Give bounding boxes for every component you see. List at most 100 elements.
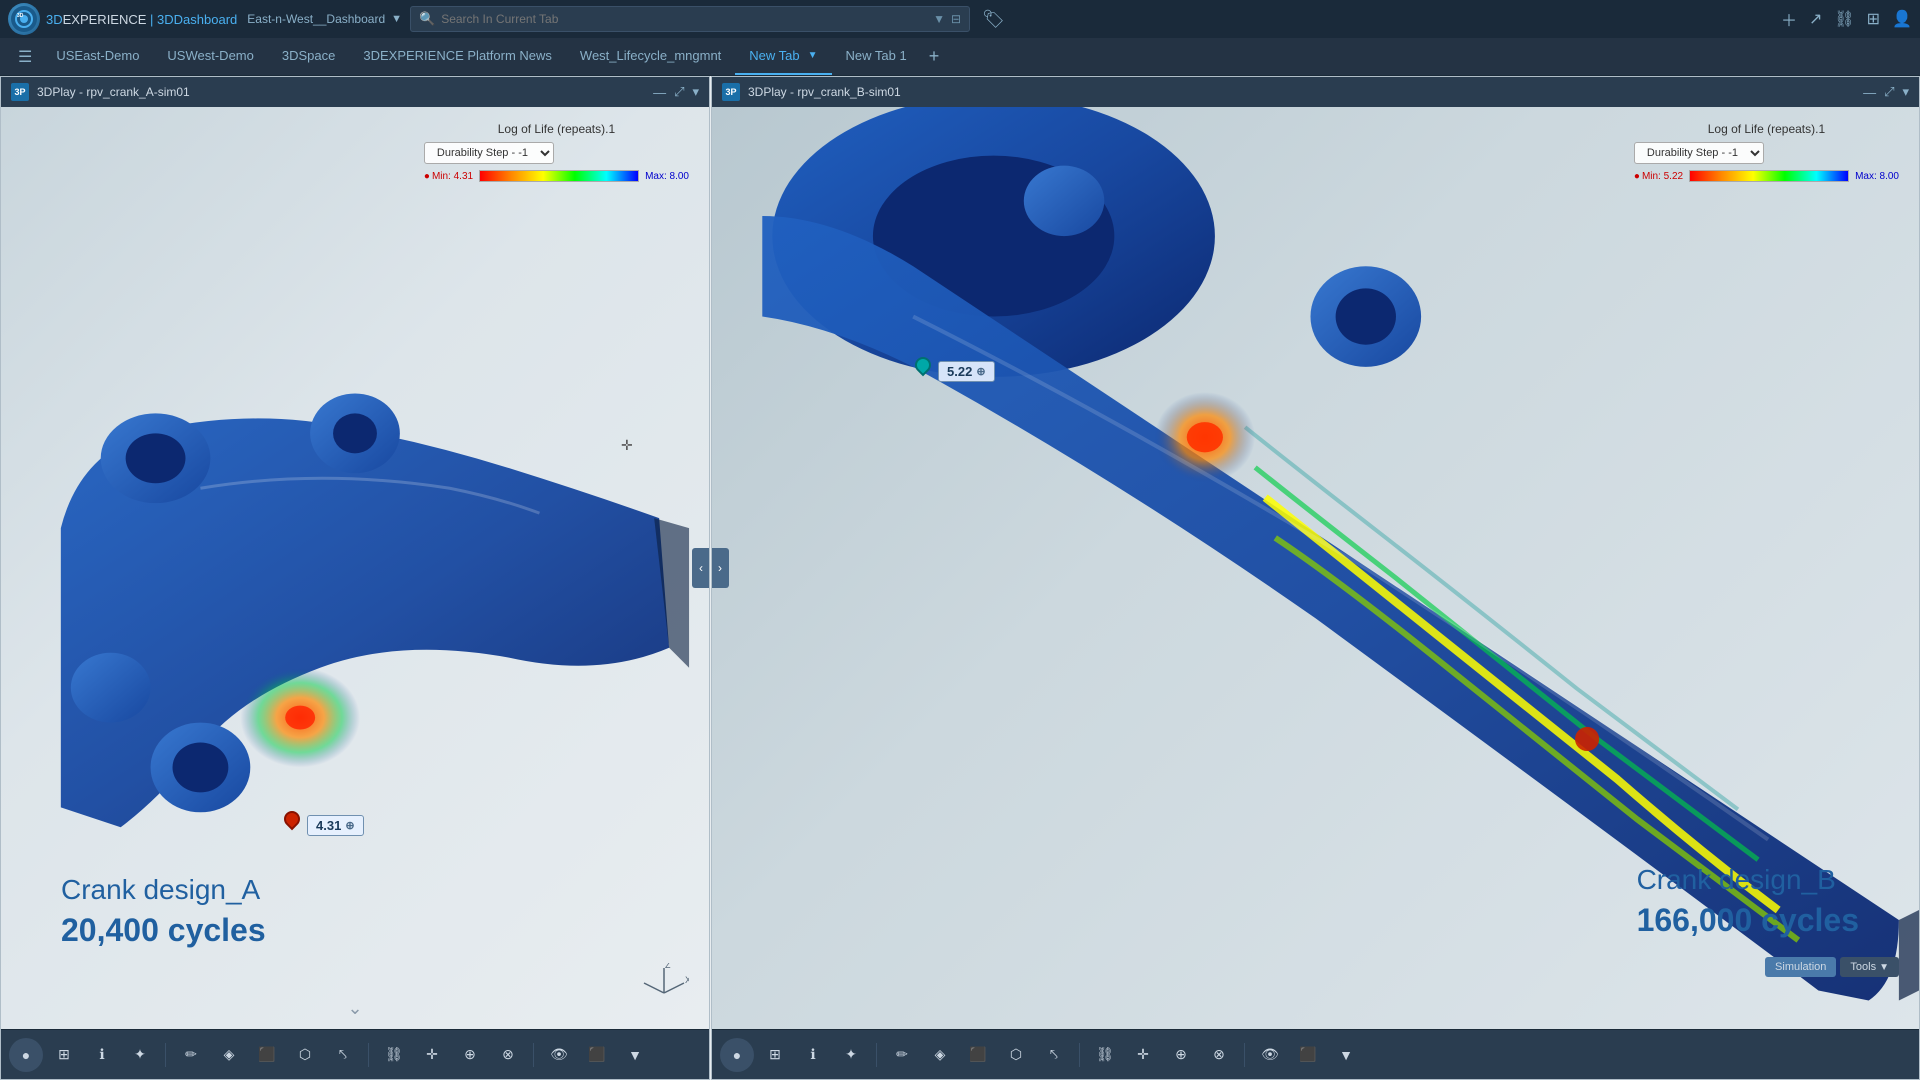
tab-uswest[interactable]: USWest-Demo — [153, 38, 267, 75]
brand-text: 3DEXPERIENCE | 3DDashboard — [46, 12, 237, 27]
panel-left-icon: 3P — [11, 83, 29, 101]
tb-transform-btn-left[interactable]: ✦ — [123, 1038, 157, 1072]
tab-lifecycle[interactable]: West_Lifecycle_mngmnt — [566, 38, 735, 75]
tb-pencil-btn-right[interactable]: ✏ — [885, 1038, 919, 1072]
panel-left-expand[interactable]: ⤢ — [674, 84, 684, 100]
pin-value-b: 5.22 — [947, 364, 972, 379]
collapse-arrow-right[interactable]: › — [712, 548, 729, 588]
panel-right-controls: — ⤢ ▾ — [1863, 84, 1909, 100]
tb-chain-btn-left[interactable]: ⛓ — [377, 1038, 411, 1072]
tb-red-tool-btn-left[interactable]: ⬛ — [250, 1038, 284, 1072]
tab-news[interactable]: 3DEXPERIENCE Platform News — [349, 38, 566, 75]
tab-newtab-dropdown-icon[interactable]: ▼ — [808, 50, 818, 61]
tb-move-btn-left[interactable]: ✛ — [415, 1038, 449, 1072]
scroll-chevron-left[interactable]: ⌄ — [347, 998, 362, 1019]
add-btn[interactable]: ＋ — [1781, 7, 1797, 31]
tb-chain-btn-right[interactable]: ⛓ — [1088, 1038, 1122, 1072]
panel-left-controls: — ⤢ ▾ — [653, 84, 699, 100]
pin-label-b[interactable]: 5.22 ⊕ — [938, 361, 995, 382]
filter-icon[interactable]: ▼ — [933, 12, 945, 26]
search-input[interactable] — [441, 12, 927, 26]
tb-cube-wire-btn-left[interactable]: ⬡ — [288, 1038, 322, 1072]
cursor-indicator: ✛ — [621, 437, 633, 454]
tb-pencil-btn-left[interactable]: ✏ — [174, 1038, 208, 1072]
pin-crosshair-b[interactable]: ⊕ — [976, 365, 985, 378]
search-icon: 🔍 — [419, 11, 435, 27]
design-label-a: Crank design_A 20,400 cycles — [61, 874, 266, 949]
sim-tab-tools[interactable]: Tools ▼ — [1840, 957, 1899, 977]
panel-left-header: 3P 3DPlay - rpv_crank_A-sim01 — ⤢ ▾ — [1, 77, 709, 107]
tb-color-btn-right[interactable]: ◈ — [923, 1038, 957, 1072]
topbar: 3D 3DEXPERIENCE | 3DDashboard East-n-Wes… — [0, 0, 1920, 38]
brand-dashboard: 3DDashboard — [157, 12, 237, 27]
brand-3d: 3D — [46, 12, 63, 27]
panel-left-close[interactable]: ▾ — [692, 84, 699, 100]
design-label-b: Crank design_B 166,000 cycles — [1637, 864, 1859, 939]
tb-dropdown-btn-left[interactable]: ▼ — [618, 1038, 652, 1072]
model-left-bg: Log of Life (repeats).1 Durability Step … — [1, 107, 709, 1029]
tab-newtab1[interactable]: New Tab 1 — [832, 38, 921, 75]
tb-box-solid-btn-right[interactable]: ⬛ — [1291, 1038, 1325, 1072]
tb-cube-wire-btn-right[interactable]: ⬡ — [999, 1038, 1033, 1072]
collapse-arrow-left[interactable]: ‹ — [692, 548, 709, 588]
sim-tab-simulation[interactable]: Simulation — [1765, 957, 1836, 977]
panel-left-minimize[interactable]: — — [653, 85, 666, 100]
tab-newtab[interactable]: New Tab ▼ — [735, 38, 831, 75]
annotation-pin-b: 5.22 ⊕ — [912, 357, 995, 385]
tb-play-btn-left[interactable]: ● — [9, 1038, 43, 1072]
link-btn[interactable]: ⛓ — [1834, 9, 1854, 29]
tb-zoom-btn-right[interactable]: ⊕ — [1164, 1038, 1198, 1072]
design-name-b: Crank design_B — [1637, 864, 1859, 896]
tb-dropdown-btn-right[interactable]: ▼ — [1329, 1038, 1363, 1072]
model-right-bg: Log of Life (repeats).1 Durability Step … — [712, 107, 1919, 1029]
tabbar: ☰ USEast-Demo USWest-Demo 3DSpace 3DEXPE… — [0, 38, 1920, 76]
panel-right-minimize[interactable]: — — [1863, 85, 1876, 100]
tb-sep2-left — [368, 1043, 369, 1067]
tb-box-out-btn-right[interactable]: ⤣ — [1037, 1038, 1071, 1072]
tb-play-btn-right[interactable]: ● — [720, 1038, 754, 1072]
brand-sep: | — [146, 12, 157, 27]
pin-crosshair-a[interactable]: ⊕ — [345, 819, 354, 832]
sim-tabs: Simulation Tools ▼ — [1765, 957, 1899, 977]
tab-useast[interactable]: USEast-Demo — [42, 38, 153, 75]
annotation-pin-a: 4.31 ⊕ — [281, 811, 364, 839]
panel-right-expand[interactable]: ⤢ — [1884, 84, 1894, 100]
svg-text:3D: 3D — [17, 13, 24, 19]
svg-text:X: X — [685, 975, 689, 985]
tb-transform-btn-right[interactable]: ✦ — [834, 1038, 868, 1072]
tb-info-btn-right[interactable]: ℹ — [796, 1038, 830, 1072]
tb-move-btn-right[interactable]: ✛ — [1126, 1038, 1160, 1072]
tb-eye-btn-right[interactable]: 👁 — [1253, 1038, 1287, 1072]
tb-zoom2-btn-left[interactable]: ⊗ — [491, 1038, 525, 1072]
tab-3dspace[interactable]: 3DSpace — [268, 38, 349, 75]
tb-info-btn-left[interactable]: ℹ — [85, 1038, 119, 1072]
tb-box-solid-btn-left[interactable]: ⬛ — [580, 1038, 614, 1072]
panel-right-viewport: Log of Life (repeats).1 Durability Step … — [712, 107, 1919, 1029]
add-tab-btn[interactable]: + — [921, 38, 948, 75]
panel-right-close[interactable]: ▾ — [1902, 84, 1909, 100]
share-btn[interactable]: ↗ — [1809, 9, 1822, 29]
hamburger-btn[interactable]: ☰ — [8, 38, 42, 75]
tb-zoom2-btn-right[interactable]: ⊗ — [1202, 1038, 1236, 1072]
panel-right-title: 3DPlay - rpv_crank_B-sim01 — [748, 85, 1855, 99]
grid-settings-btn[interactable]: ⊞ — [1867, 9, 1880, 29]
tb-eye-btn-left[interactable]: 👁 — [542, 1038, 576, 1072]
tb-sep1-left — [165, 1043, 166, 1067]
tb-layers-btn-left[interactable]: ⊞ — [47, 1038, 81, 1072]
dashboard-dropdown-btn[interactable]: ▼ — [391, 13, 402, 25]
user-account-btn[interactable]: 👤 — [1892, 9, 1912, 29]
pin-value-a: 4.31 — [316, 818, 341, 833]
toolbar-right: ● ⊞ ℹ ✦ ✏ ◈ ⬛ ⬡ ⤣ ⛓ ✛ ⊕ ⊗ 👁 ⬛ ▼ — [712, 1029, 1919, 1079]
filter-funnel-icon[interactable]: ⊟ — [951, 12, 961, 26]
tb-box-out-btn-left[interactable]: ⤣ — [326, 1038, 360, 1072]
tb-layers-btn-right[interactable]: ⊞ — [758, 1038, 792, 1072]
app-logo: 3D — [8, 3, 40, 35]
tb-red-tool-btn-right[interactable]: ⬛ — [961, 1038, 995, 1072]
pin-marker-b — [912, 357, 934, 385]
tb-sep1-right — [876, 1043, 877, 1067]
tb-color-btn-left[interactable]: ◈ — [212, 1038, 246, 1072]
pin-label-a[interactable]: 4.31 ⊕ — [307, 815, 364, 836]
tb-zoom-btn-left[interactable]: ⊕ — [453, 1038, 487, 1072]
tag-icon-btn[interactable]: 🏷 — [982, 9, 1005, 30]
sim-tools-dropdown-icon[interactable]: ▼ — [1879, 962, 1889, 973]
